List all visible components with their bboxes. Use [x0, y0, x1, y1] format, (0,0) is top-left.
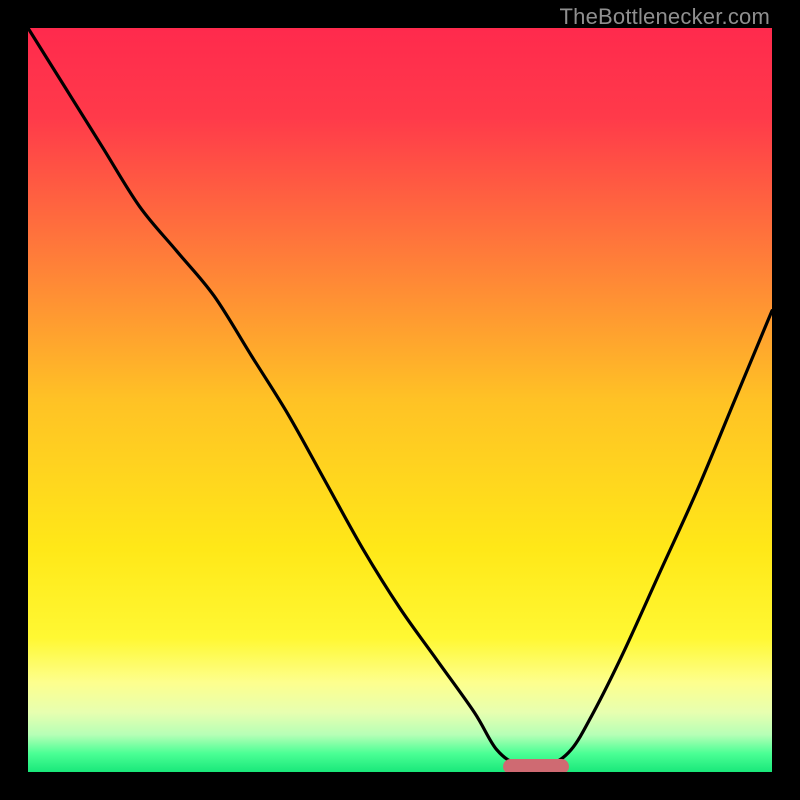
plot-area [28, 28, 772, 772]
watermark-text: TheBottlenecker.com [560, 4, 770, 30]
chart-frame: TheBottlenecker.com [0, 0, 800, 800]
bottleneck-curve [28, 28, 772, 772]
optimum-marker [503, 759, 569, 772]
